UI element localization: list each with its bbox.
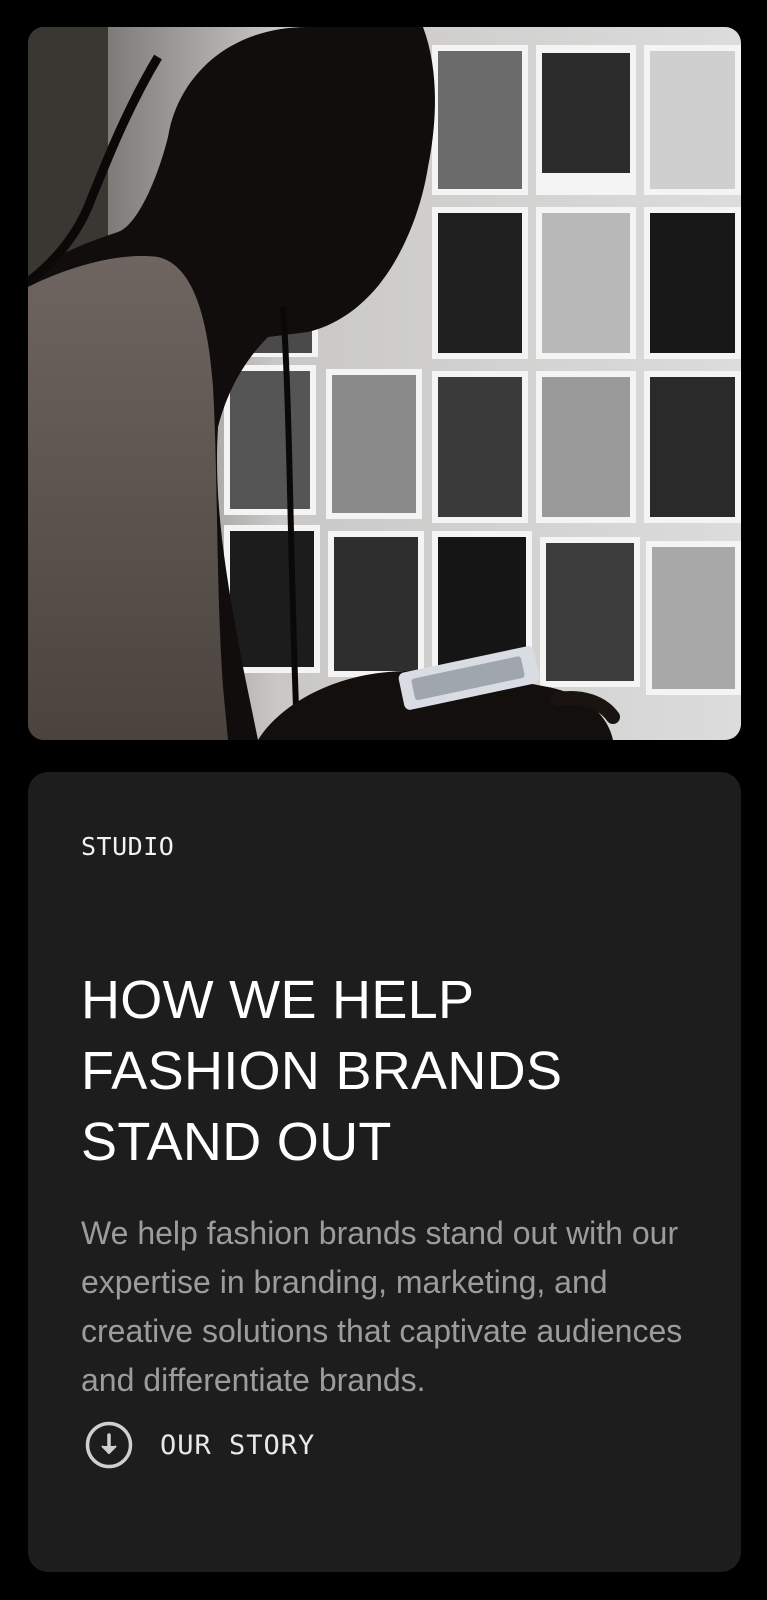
page-title: HOW WE HELP FASHION BRANDS STAND OUT: [81, 965, 701, 1178]
our-story-button[interactable]: OUR STORY: [85, 1417, 315, 1473]
headline-line: HOW WE HELP: [81, 970, 475, 1030]
headline-line: FASHION BRANDS: [81, 1041, 563, 1101]
page: STUDIO HOW WE HELP FASHION BRANDS STAND …: [0, 0, 767, 1600]
studio-card: STUDIO HOW WE HELP FASHION BRANDS STAND …: [28, 772, 741, 1572]
our-story-label: OUR STORY: [160, 1429, 316, 1461]
headline-line: STAND OUT: [81, 1112, 392, 1172]
arrow-down-circle-icon: [85, 1421, 133, 1469]
description-text: We help fashion brands stand out with ou…: [81, 1215, 683, 1398]
section-eyebrow: STUDIO: [81, 832, 175, 861]
hero-image: [28, 27, 741, 740]
